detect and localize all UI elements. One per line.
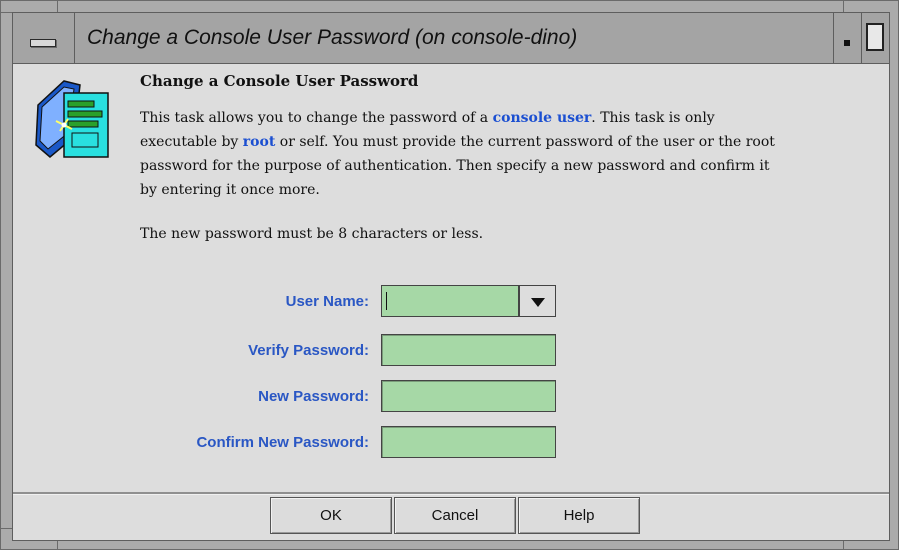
ok-button[interactable]: OK: [270, 497, 392, 534]
frame-tick: [1, 12, 12, 13]
frame-tick: [1, 528, 12, 529]
description-text: or self. You must provide the current pa…: [275, 134, 775, 150]
password-length-note: The new password must be 8 characters or…: [140, 226, 484, 242]
confirm-password-label: Confirm New Password:: [196, 434, 369, 451]
root-link[interactable]: root: [243, 134, 276, 150]
chevron-down-icon: [531, 298, 545, 307]
user-name-label: User Name:: [285, 293, 369, 310]
description-line: by entering it once more.: [140, 182, 320, 198]
user-name-dropdown-button[interactable]: [519, 285, 556, 317]
window-title: Change a Console User Password (on conso…: [87, 26, 578, 49]
description-text: . This task is only: [591, 110, 715, 126]
dialog-body: Change a Console User Password This task…: [12, 64, 890, 541]
console-user-link[interactable]: console user: [493, 110, 592, 126]
task-document-icon: [35, 80, 109, 158]
description-line: password for the purpose of authenticati…: [140, 158, 770, 174]
task-heading: Change a Console User Password: [140, 72, 419, 90]
task-description: This task allows you to change the passw…: [140, 106, 880, 202]
frame-tick: [57, 1, 58, 12]
text-caret: [386, 292, 387, 310]
window-menu-icon: [30, 39, 56, 47]
confirm-password-field[interactable]: [381, 426, 556, 458]
verify-password-field[interactable]: [381, 334, 556, 366]
minimize-icon: [844, 40, 850, 46]
button-separator: [13, 492, 889, 495]
user-name-input[interactable]: [381, 285, 519, 317]
new-password-field[interactable]: [381, 380, 556, 412]
description-text: executable by: [140, 134, 243, 150]
frame-tick: [843, 1, 844, 12]
title-bar[interactable]: Change a Console User Password (on conso…: [12, 12, 890, 64]
window-menu-button[interactable]: [13, 13, 75, 63]
maximize-button[interactable]: [861, 13, 889, 63]
description-line: executable by root or self. You must pro…: [140, 130, 880, 154]
description-text: This task allows you to change the passw…: [140, 110, 493, 126]
cancel-button[interactable]: Cancel: [394, 497, 516, 534]
verify-password-label: Verify Password:: [248, 342, 369, 359]
description-line: This task allows you to change the passw…: [140, 106, 880, 130]
help-button[interactable]: Help: [518, 497, 640, 534]
minimize-button[interactable]: [833, 13, 861, 63]
maximize-icon: [866, 23, 884, 51]
window-frame: Change a Console User Password (on conso…: [0, 0, 899, 550]
new-password-label: New Password:: [258, 388, 369, 405]
